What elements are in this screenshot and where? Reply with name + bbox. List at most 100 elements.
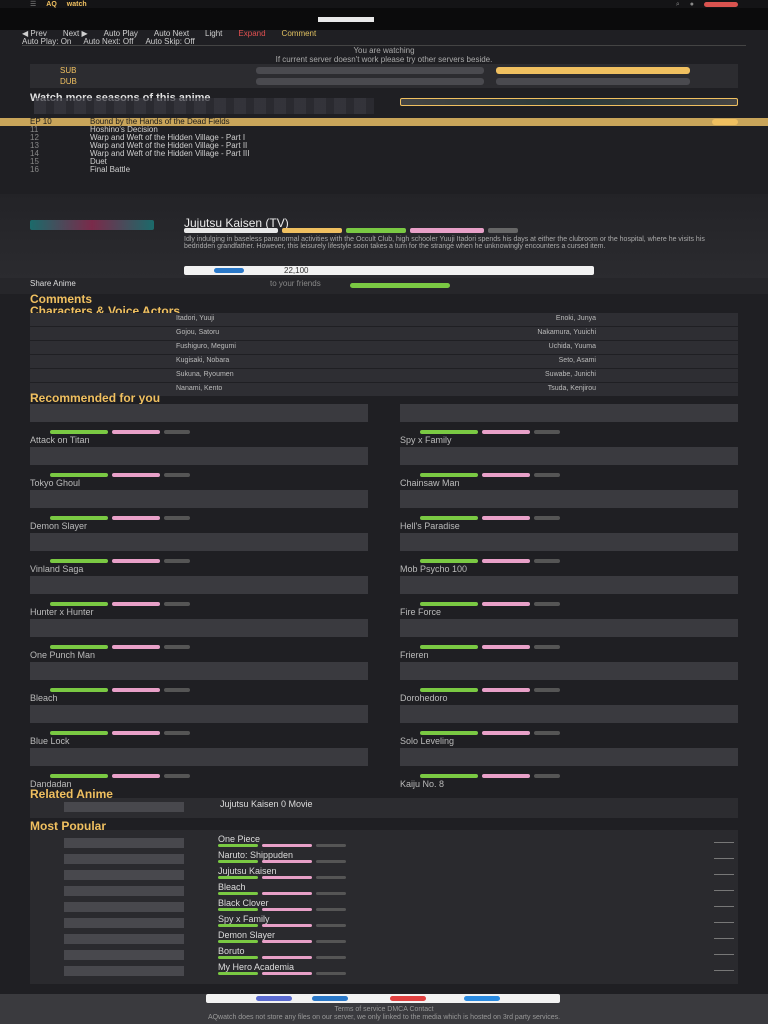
autoskip-setting[interactable]: Auto Skip: Off	[145, 38, 194, 46]
discord-button[interactable]	[256, 996, 292, 1001]
recommended-card[interactable]: Spy x Family	[400, 404, 738, 445]
popular-title[interactable]: Bleach	[218, 882, 246, 892]
recommended-thumbnail[interactable]	[30, 662, 368, 680]
popular-item[interactable]: Demon Slayer	[64, 930, 734, 946]
popular-thumbnail[interactable]	[64, 854, 184, 864]
episode-item[interactable]: 14 Warp and Weft of the Hidden Village - …	[0, 150, 768, 158]
recommended-thumbnail[interactable]	[30, 533, 368, 551]
recommended-title[interactable]: Attack on Titan	[30, 435, 90, 445]
character-row[interactable]: Gojou, Satoru Nakamura, Yuuichi	[30, 327, 738, 340]
recommended-thumbnail[interactable]	[400, 533, 738, 551]
popular-thumbnail[interactable]	[64, 886, 184, 896]
recommended-thumbnail[interactable]	[400, 662, 738, 680]
recommended-title[interactable]: Fire Force	[400, 607, 441, 617]
character-name[interactable]: Kugisaki, Nobara	[176, 357, 229, 364]
season-selector[interactable]	[400, 98, 738, 106]
site-logo[interactable]: AQ	[46, 1, 57, 8]
character-row[interactable]: Itadori, Yuuji Enoki, Junya	[30, 313, 738, 326]
facebook-share-button[interactable]	[214, 268, 244, 273]
voice-actor-name[interactable]: Suwabe, Junichi	[545, 371, 596, 378]
popular-title[interactable]: My Hero Academia	[218, 962, 294, 972]
recommended-thumbnail[interactable]	[30, 576, 368, 594]
voice-actor-name[interactable]: Enoki, Junya	[556, 315, 596, 322]
character-name[interactable]: Fushiguro, Megumi	[176, 343, 236, 350]
voice-actor-name[interactable]: Tsuda, Kenjirou	[548, 385, 596, 392]
recommended-title[interactable]: One Punch Man	[30, 650, 95, 660]
popular-item[interactable]: Black Clover	[64, 898, 734, 914]
season-thumbnails[interactable]	[34, 98, 374, 114]
popular-item[interactable]: Naruto: Shippuden	[64, 850, 734, 866]
voice-actor-name[interactable]: Uchida, Yuuma	[549, 343, 596, 350]
character-name[interactable]: Itadori, Yuuji	[176, 315, 214, 322]
recommended-thumbnail[interactable]	[30, 404, 368, 422]
play-button[interactable]	[318, 17, 374, 22]
footer-links[interactable]: Terms of service DMCA Contact	[0, 1006, 768, 1013]
character-name[interactable]: Sukuna, Ryoumen	[176, 371, 234, 378]
expand-button[interactable]: Expand	[238, 30, 265, 38]
video-player[interactable]	[0, 8, 768, 30]
recommended-title[interactable]: Vinland Saga	[30, 564, 83, 574]
popular-thumbnail[interactable]	[64, 950, 184, 960]
character-row[interactable]: Kugisaki, Nobara Seto, Asami	[30, 355, 738, 368]
recommended-thumbnail[interactable]	[400, 705, 738, 723]
recommended-card[interactable]: Tokyo Ghoul	[30, 447, 368, 488]
autoplay-setting[interactable]: Auto Play: On	[22, 38, 71, 46]
recommended-card[interactable]: Dandadan	[30, 748, 368, 789]
recommended-thumbnail[interactable]	[30, 705, 368, 723]
recommended-card[interactable]: Bleach	[30, 662, 368, 703]
popular-title[interactable]: Black Clover	[218, 898, 269, 908]
light-toggle[interactable]: Light	[205, 30, 222, 38]
related-item-title[interactable]: Jujutsu Kaisen 0 Movie	[220, 799, 313, 809]
popular-item[interactable]: Bleach	[64, 882, 734, 898]
server-button-active[interactable]	[496, 67, 690, 74]
recommended-title[interactable]: Demon Slayer	[30, 521, 87, 531]
character-name[interactable]: Nanami, Kento	[176, 385, 222, 392]
telegram-button[interactable]	[312, 996, 348, 1001]
popular-item[interactable]: One Piece	[64, 834, 734, 850]
recommended-card[interactable]: Attack on Titan	[30, 404, 368, 445]
recommended-title[interactable]: Solo Leveling	[400, 736, 454, 746]
recommended-thumbnail[interactable]	[30, 490, 368, 508]
character-row[interactable]: Fushiguro, Megumi Uchida, Yuuma	[30, 341, 738, 354]
popular-title[interactable]: One Piece	[218, 834, 260, 844]
popular-title[interactable]: Demon Slayer	[218, 930, 275, 940]
recommended-title[interactable]: Tokyo Ghoul	[30, 478, 80, 488]
recommended-card[interactable]: Mob Psycho 100	[400, 533, 738, 574]
recommended-title[interactable]: Hunter x Hunter	[30, 607, 94, 617]
popular-item[interactable]: Boruto	[64, 946, 734, 962]
recommended-card[interactable]: Frieren	[400, 619, 738, 660]
recommended-card[interactable]: Demon Slayer	[30, 490, 368, 531]
share-button[interactable]	[350, 283, 450, 288]
popular-title[interactable]: Jujutsu Kaisen	[218, 866, 277, 876]
recommended-title[interactable]: Mob Psycho 100	[400, 564, 467, 574]
recommended-thumbnail[interactable]	[400, 490, 738, 508]
voice-actor-name[interactable]: Nakamura, Yuuichi	[537, 329, 596, 336]
recommended-title[interactable]: Blue Lock	[30, 736, 70, 746]
recommended-thumbnail[interactable]	[400, 404, 738, 422]
recommended-card[interactable]: Vinland Saga	[30, 533, 368, 574]
reddit-button[interactable]	[390, 996, 426, 1001]
popular-title[interactable]: Spy x Family	[218, 914, 270, 924]
twitter-button[interactable]	[464, 996, 500, 1001]
popular-item[interactable]: Jujutsu Kaisen	[64, 866, 734, 882]
recommended-title[interactable]: Frieren	[400, 650, 429, 660]
recommended-thumbnail[interactable]	[400, 748, 738, 766]
popular-item[interactable]: Spy x Family	[64, 914, 734, 930]
server-button[interactable]	[496, 78, 690, 85]
voice-actor-name[interactable]: Seto, Asami	[559, 357, 596, 364]
popular-title[interactable]: Boruto	[218, 946, 245, 956]
recommended-card[interactable]: Kaiju No. 8	[400, 748, 738, 789]
recommended-thumbnail[interactable]	[30, 748, 368, 766]
recommended-card[interactable]: Hunter x Hunter	[30, 576, 368, 617]
popular-thumbnail[interactable]	[64, 870, 184, 880]
recommended-card[interactable]: Chainsaw Man	[400, 447, 738, 488]
related-item[interactable]: Jujutsu Kaisen 0 Movie	[30, 798, 738, 818]
character-row[interactable]: Sukuna, Ryoumen Suwabe, Junichi	[30, 369, 738, 382]
recommended-title[interactable]: Spy x Family	[400, 435, 452, 445]
login-button[interactable]	[704, 1, 738, 7]
recommended-title[interactable]: Kaiju No. 8	[400, 779, 444, 789]
autonext-setting[interactable]: Auto Next: Off	[83, 38, 133, 46]
recommended-card[interactable]: Dorohedoro	[400, 662, 738, 703]
recommended-title[interactable]: Bleach	[30, 693, 58, 703]
popular-item[interactable]: My Hero Academia	[64, 962, 734, 978]
